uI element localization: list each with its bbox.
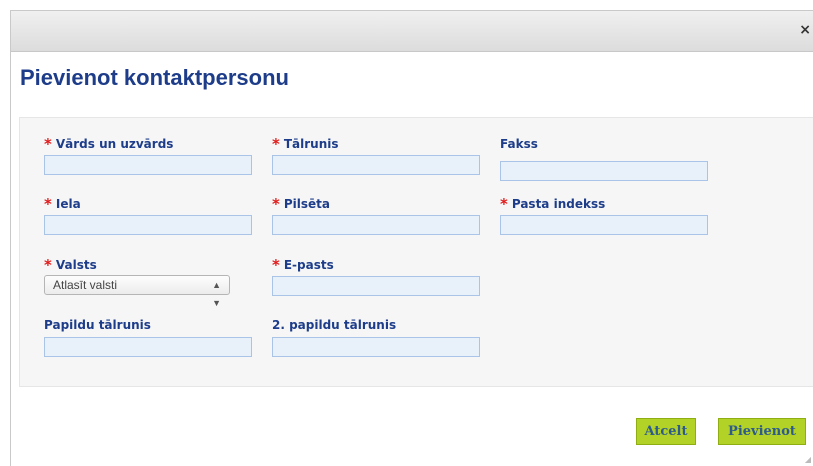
phone-label: * Tālrunis	[272, 135, 339, 153]
dialog-titlebar[interactable]: ×	[11, 11, 813, 52]
required-mark: *	[44, 256, 52, 274]
fax-input[interactable]	[500, 161, 708, 181]
required-mark: *	[500, 195, 508, 213]
required-mark: *	[272, 195, 280, 213]
add-button[interactable]: Pievienot	[718, 418, 806, 445]
postal-code-label: * Pasta indekss	[500, 195, 606, 213]
required-mark: *	[44, 135, 52, 153]
required-mark: *	[272, 256, 280, 274]
country-select-value: Atlasīt valsti	[53, 278, 118, 292]
extra-phone-2-label: 2. papildu tālrunis	[272, 318, 397, 332]
contact-form-panel: * Vārds un uzvārds * Tālrunis Fakss * Iela …	[19, 117, 813, 387]
postal-code-input[interactable]	[500, 215, 708, 235]
required-mark: *	[272, 135, 280, 153]
dialog-title: Pievienot kontaktpersonu	[20, 65, 289, 90]
extra-phone-input[interactable]	[44, 337, 252, 357]
email-label: * E-pasts	[272, 256, 334, 274]
country-select[interactable]: Atlasīt valsti ▲ ▼	[44, 275, 230, 308]
email-input[interactable]	[272, 276, 480, 296]
select-arrows-icon: ▲ ▼	[212, 280, 221, 308]
city-input[interactable]	[272, 215, 480, 235]
cancel-button[interactable]: Atcelt	[636, 418, 696, 445]
extra-phone-2-input[interactable]	[272, 337, 480, 357]
full-name-input[interactable]	[44, 155, 252, 175]
close-icon[interactable]: ×	[799, 22, 811, 38]
extra-phone-label: Papildu tālrunis	[44, 318, 151, 332]
add-contact-dialog: × Pievienot kontaktpersonu * Vārds un uzv…	[10, 10, 813, 466]
fax-label: Fakss	[500, 137, 538, 151]
city-label: * Pilsēta	[272, 195, 330, 213]
required-mark: *	[44, 195, 52, 213]
street-input[interactable]	[44, 215, 252, 235]
phone-input[interactable]	[272, 155, 480, 175]
street-label: * Iela	[44, 195, 81, 213]
resize-handle-icon[interactable]: ◢	[805, 455, 811, 464]
full-name-label: * Vārds un uzvārds	[44, 135, 174, 153]
country-label: * Valsts	[44, 256, 97, 274]
